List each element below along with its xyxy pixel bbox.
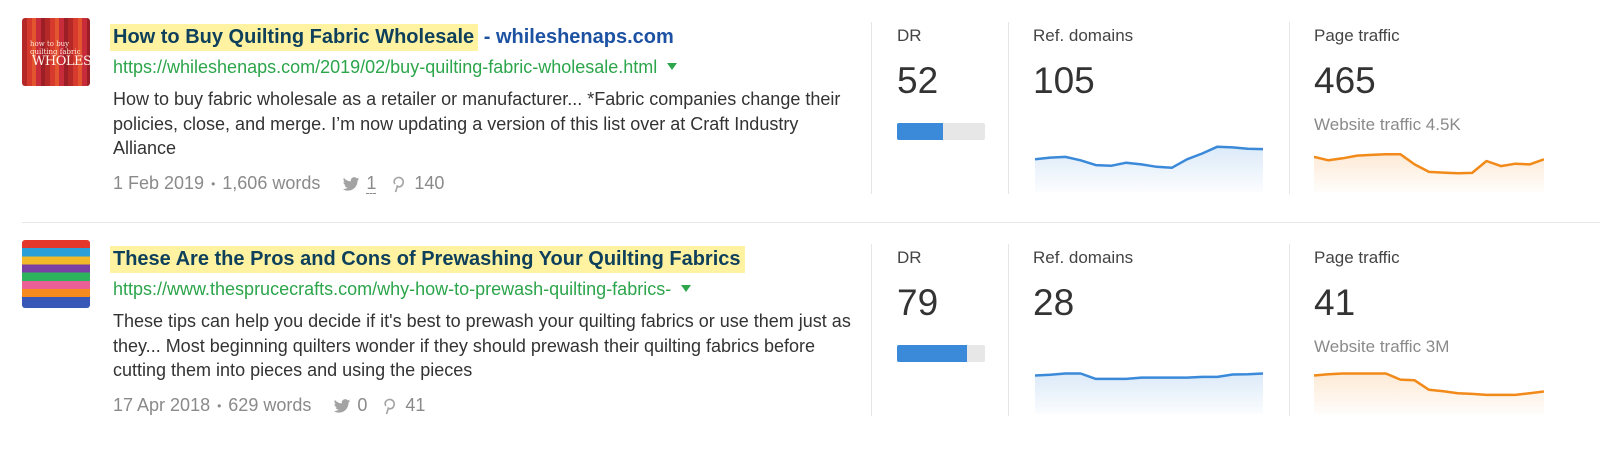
column-divider: [871, 22, 872, 194]
result-thumbnail[interactable]: [22, 240, 90, 308]
page-traffic-sparkline: [1314, 152, 1544, 192]
result-url: https://www.thesprucecrafts.com/why-how-…: [113, 279, 692, 300]
pin-count: 41: [405, 395, 426, 415]
result-title-line: How to Buy Quilting Fabric Wholesale - w…: [110, 24, 674, 51]
website-traffic: Website traffic 4.5K: [1314, 115, 1461, 134]
search-result: These Are the Pros and Cons of Prewashin…: [0, 226, 1600, 448]
column-divider: [1289, 244, 1290, 416]
result-title-link[interactable]: How to Buy Quilting Fabric Wholesale: [110, 24, 479, 51]
result-meta: 17 Apr 2018 • 629 words 0 41: [113, 395, 425, 416]
pin-count: 140: [414, 173, 445, 193]
dr-bar-fill: [897, 345, 967, 362]
page-traffic-value[interactable]: 465: [1314, 60, 1376, 102]
twitter-icon: [343, 176, 360, 191]
ref-domains-value[interactable]: 28: [1033, 282, 1074, 324]
meta-separator: •: [211, 176, 216, 191]
twitter-icon: [334, 398, 351, 413]
column-divider: [1008, 244, 1009, 416]
tweet-count: 0: [357, 395, 368, 415]
search-result: how to buy quilting fabric WHOLESALE How…: [0, 0, 1600, 222]
ref-domains-sparkline: [1035, 145, 1263, 192]
result-url-link[interactable]: https://whileshenaps.com/2019/02/buy-qui…: [113, 57, 657, 77]
dr-value: 79: [897, 282, 939, 323]
result-title-line: These Are the Pros and Cons of Prewashin…: [110, 246, 745, 273]
column-divider: [1289, 22, 1290, 194]
publish-date: 1 Feb 2019: [113, 173, 205, 193]
dr-label: DR: [897, 248, 922, 267]
tweet-count[interactable]: 1: [366, 173, 377, 194]
dr-label: DR: [897, 26, 922, 45]
page-traffic-value[interactable]: 41: [1314, 282, 1355, 324]
column-divider: [871, 244, 872, 416]
title-separator: -: [483, 26, 491, 48]
ref-domains-value[interactable]: 105: [1033, 60, 1095, 102]
result-thumbnail[interactable]: how to buy quilting fabric WHOLESALE: [22, 18, 90, 86]
dr-bar-fill: [897, 123, 943, 140]
result-title-link[interactable]: These Are the Pros and Cons of Prewashin…: [110, 246, 745, 273]
dr-bar: [897, 345, 985, 362]
result-domain-link[interactable]: whileshenaps.com: [496, 26, 674, 48]
ref-domains-label: Ref. domains: [1033, 26, 1134, 45]
thumbnail-text: WHOLESALE: [32, 54, 90, 69]
pinterest-icon: [393, 176, 405, 192]
word-count: 1,606 words: [222, 173, 321, 193]
meta-separator: •: [217, 398, 222, 413]
page-traffic-label: Page traffic: [1314, 248, 1400, 267]
ref-domains-sparkline: [1035, 372, 1263, 414]
dr-value: 52: [897, 60, 939, 101]
dr-bar: [897, 123, 985, 140]
sparkline-area: [1035, 373, 1263, 414]
chevron-down-icon[interactable]: [667, 63, 678, 70]
chevron-down-icon[interactable]: [681, 285, 692, 292]
result-snippet: How to buy fabric wholesale as a retaile…: [113, 89, 841, 158]
pinterest-icon: [384, 398, 396, 414]
page-traffic-label: Page traffic: [1314, 26, 1400, 45]
result-url-link[interactable]: https://www.thesprucecrafts.com/why-how-…: [113, 279, 671, 299]
result-snippet: These tips can help you decide if it's b…: [113, 311, 851, 380]
ref-domains-label: Ref. domains: [1033, 248, 1134, 267]
website-traffic: Website traffic 3M: [1314, 337, 1450, 356]
column-divider: [1008, 22, 1009, 194]
publish-date: 17 Apr 2018: [113, 395, 211, 415]
result-url: https://whileshenaps.com/2019/02/buy-qui…: [113, 57, 678, 78]
word-count: 629 words: [228, 395, 312, 415]
result-divider: [22, 222, 1600, 223]
result-meta: 1 Feb 2019 • 1,606 words 1 140: [113, 173, 444, 194]
page-traffic-sparkline: [1314, 372, 1544, 414]
sparkline-area: [1035, 146, 1263, 192]
